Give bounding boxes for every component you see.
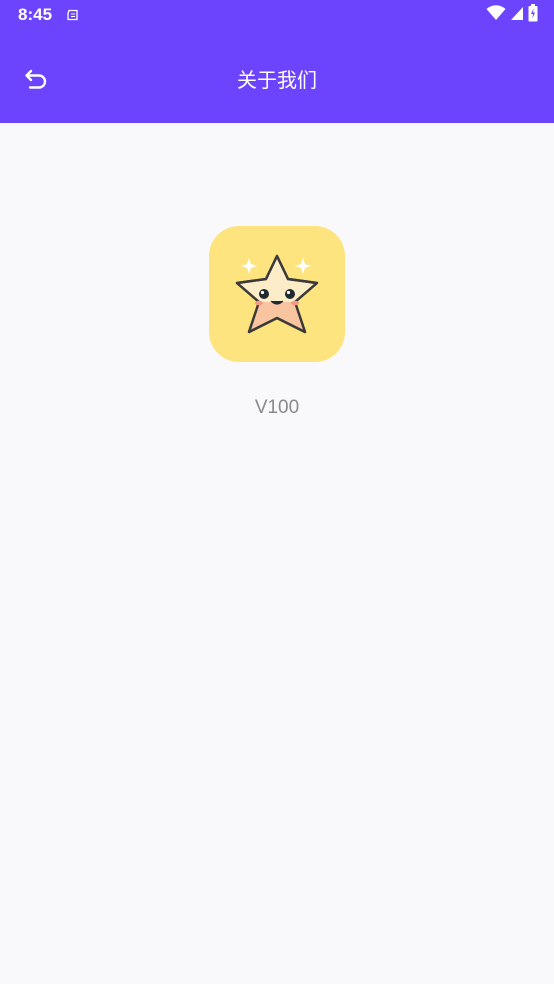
status-bar: 8:45 (0, 0, 554, 32)
page-title: 关于我们 (237, 70, 317, 92)
status-icons (486, 3, 538, 27)
battery-icon (528, 3, 538, 27)
about-screen: 8:45 关于我们 V100 (0, 0, 554, 984)
cellular-signal-icon (510, 5, 524, 26)
notification-icon (66, 8, 80, 22)
version-label: V100 (254, 397, 300, 418)
app-bar: 关于我们 (0, 32, 554, 123)
star-mascot-icon (235, 254, 319, 334)
wifi-icon (486, 4, 506, 26)
app-logo (209, 226, 345, 362)
status-time: 8:45 (18, 5, 53, 24)
